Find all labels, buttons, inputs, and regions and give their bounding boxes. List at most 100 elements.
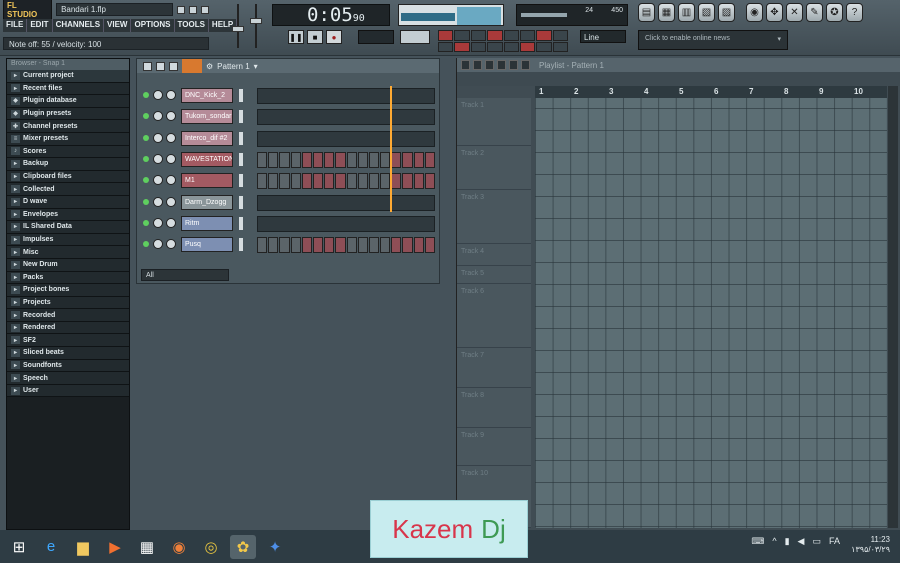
step-button[interactable] [279, 237, 290, 254]
channel-mute-led[interactable] [143, 241, 149, 248]
channel-mute-led[interactable] [143, 134, 149, 141]
step-button[interactable] [268, 151, 279, 168]
menu-file[interactable]: FILE [3, 19, 28, 32]
option-toggle[interactable] [519, 30, 536, 41]
step-button[interactable] [368, 151, 380, 168]
step-button[interactable] [312, 173, 324, 190]
playlist-track-header[interactable]: Track 7 [457, 348, 531, 388]
piano-roll-preview[interactable] [257, 109, 435, 126]
close-button[interactable] [201, 5, 209, 14]
step-button[interactable] [346, 237, 357, 254]
channel-select-strip[interactable] [239, 110, 243, 124]
option-toggle[interactable] [503, 41, 519, 52]
stop-button[interactable]: ■ [307, 30, 323, 44]
browser-item[interactable]: ▸ Sliced beats [7, 347, 129, 360]
step-button[interactable] [346, 173, 357, 190]
channel-select-strip[interactable] [239, 174, 243, 188]
volume-icon[interactable]: ◀ [798, 536, 805, 547]
minimize-button[interactable] [177, 5, 186, 14]
step-button[interactable] [424, 173, 435, 190]
browser-item[interactable]: ▸ Projects [7, 296, 129, 310]
option-toggle[interactable] [519, 41, 536, 52]
playlist-ruler[interactable]: 1 2 3 4 5 6 7 8 9 10 [535, 86, 887, 98]
channel-pan-knob[interactable] [153, 196, 163, 207]
option-toggle[interactable] [487, 41, 503, 52]
option-toggle[interactable] [487, 30, 503, 41]
channel-volume-knob[interactable] [166, 175, 176, 186]
playlist-menu-button[interactable] [461, 60, 470, 70]
step-button[interactable] [357, 173, 368, 190]
browser-item[interactable]: ▸ Recorded [7, 309, 129, 322]
option-toggle[interactable] [438, 41, 454, 52]
channel-name-button[interactable]: Pusq [181, 237, 233, 253]
piano-roll-preview[interactable] [257, 88, 435, 104]
channel-name-button[interactable]: WAVESTATION [181, 151, 233, 167]
step-button[interactable] [380, 237, 391, 254]
option-toggle[interactable] [552, 41, 568, 52]
browser-item[interactable]: ▸ Packs [7, 271, 129, 285]
playlist-track-header[interactable]: Track 9 [457, 428, 531, 466]
calendar-icon[interactable]: ▦ [134, 535, 160, 559]
piano-roll-icon[interactable]: ▦ [658, 3, 675, 22]
chip-icon[interactable]: ✪ [826, 3, 843, 22]
option-toggle[interactable] [454, 30, 470, 41]
step-button[interactable] [279, 173, 290, 190]
channel-mute-led[interactable] [143, 155, 149, 162]
browser-item[interactable]: ✚ Channel presets [7, 120, 129, 133]
option-toggle[interactable] [438, 30, 454, 41]
channel-pan-knob[interactable] [153, 153, 163, 164]
channel-pan-knob[interactable] [153, 132, 163, 143]
channel-volume-knob[interactable] [166, 111, 176, 122]
step-button[interactable] [301, 173, 312, 190]
rack-options-button[interactable] [156, 61, 165, 71]
chrome-icon[interactable]: ◎ [198, 535, 224, 559]
step-button[interactable] [391, 151, 402, 168]
channel-select-strip[interactable] [239, 131, 243, 145]
step-button[interactable] [380, 151, 391, 168]
channel-volume-knob[interactable] [166, 90, 176, 100]
step-button[interactable] [346, 151, 357, 168]
render-icon[interactable]: ✕ [786, 3, 803, 22]
language-indicator[interactable]: FA [829, 536, 840, 547]
playlist-tool-button[interactable] [485, 60, 494, 70]
internet-explorer-icon[interactable]: e [38, 535, 64, 559]
step-button[interactable] [301, 151, 312, 168]
channel-volume-knob[interactable] [166, 153, 176, 164]
browser-item[interactable]: ▸ Impulses [7, 233, 129, 247]
browser-item[interactable]: ▸ IL Shared Data [7, 221, 129, 234]
link-icon[interactable]: ✎ [806, 3, 823, 22]
step-button[interactable] [413, 173, 424, 190]
channel-name-button[interactable]: Interco_dif #2 [181, 130, 233, 146]
step-button[interactable] [312, 237, 324, 254]
playlist-tool-button[interactable] [473, 60, 482, 70]
step-button[interactable] [424, 237, 435, 254]
maximize-button[interactable] [189, 5, 198, 14]
playlist-track-header[interactable]: Track 4 [457, 244, 531, 266]
step-button[interactable] [268, 237, 279, 254]
channel-select-strip[interactable] [239, 89, 243, 102]
step-button[interactable] [257, 237, 268, 254]
step-button[interactable] [290, 151, 301, 168]
pattern-song-switch[interactable] [358, 30, 394, 44]
browser-icon[interactable]: ▨ [718, 3, 735, 22]
step-button[interactable] [324, 173, 335, 190]
playlist-track-header[interactable]: Track 5 [457, 266, 531, 284]
playlist-track-header[interactable]: Track 2 [457, 146, 531, 190]
step-button[interactable] [413, 237, 424, 254]
rack-menu-button[interactable] [143, 61, 152, 71]
browser-item[interactable]: ▸ Envelopes [7, 208, 129, 222]
channel-mute-led[interactable] [143, 198, 149, 205]
option-toggle[interactable] [454, 41, 470, 52]
step-button[interactable] [324, 237, 335, 254]
menu-edit[interactable]: EDIT [27, 19, 53, 32]
playlist-track-header[interactable]: Track 6 [457, 284, 531, 348]
pause-button[interactable]: ❚❚ [288, 30, 304, 44]
playlist-grid[interactable] [535, 86, 887, 528]
playlist-tool-button[interactable] [497, 60, 506, 70]
file-explorer-icon[interactable]: ▆ [70, 535, 96, 559]
mixer-icon[interactable]: ▧ [698, 3, 715, 22]
step-button[interactable] [335, 237, 346, 254]
channel-filter-dropdown[interactable]: All [141, 269, 229, 281]
firefox-icon[interactable]: ◉ [166, 535, 192, 559]
online-news-bar[interactable]: Click to enable online news ▾ [638, 30, 788, 50]
